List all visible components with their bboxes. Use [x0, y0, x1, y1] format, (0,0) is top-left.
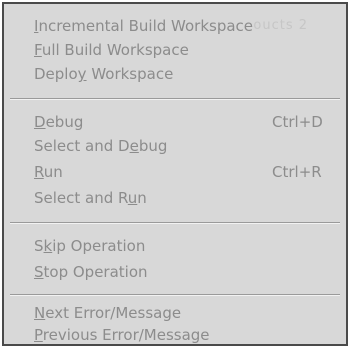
- mnemonic: P: [34, 326, 43, 344]
- menu-item-select-and-debug[interactable]: Select and Debug: [34, 134, 334, 158]
- mnemonic: D: [34, 113, 46, 131]
- mnemonic: u: [127, 189, 138, 207]
- menu-item-incremental-build-workspace[interactable]: Incremental Build Workspace: [34, 14, 334, 38]
- mnemonic: F: [34, 41, 42, 59]
- menu-separator: [10, 294, 340, 296]
- debug-shortcut: Ctrl+D: [272, 113, 323, 131]
- menu-item-deploy-workspace[interactable]: Deploy Workspace: [34, 62, 334, 86]
- mnemonic: S: [34, 263, 44, 281]
- menu-item-next-error-message[interactable]: Next Error/Message: [34, 301, 334, 325]
- mnemonic: k: [43, 237, 53, 255]
- menu-separator: [10, 98, 340, 100]
- menu-item-full-build-workspace[interactable]: Full Build Workspace: [34, 38, 334, 62]
- mnemonic: y: [77, 65, 87, 83]
- run-shortcut: Ctrl+R: [272, 163, 322, 181]
- menu-item-stop-operation[interactable]: Stop Operation: [34, 260, 334, 284]
- build-menu: oucts 2 Incremental Build Workspace Full…: [2, 2, 348, 346]
- menu-item-previous-error-message[interactable]: Previous Error/Message: [34, 323, 334, 344]
- mnemonic: N: [34, 304, 46, 322]
- mnemonic: R: [34, 163, 44, 181]
- menu-item-select-and-run[interactable]: Select and Run: [34, 186, 334, 210]
- menu-item-skip-operation[interactable]: Skip Operation: [34, 234, 334, 258]
- menu-separator: [10, 222, 340, 224]
- mnemonic: e: [129, 137, 139, 155]
